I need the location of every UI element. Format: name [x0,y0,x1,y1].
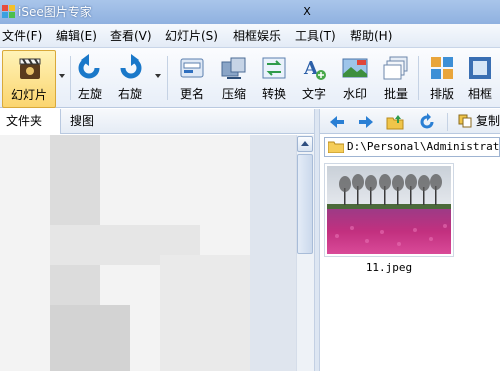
text-label: 文字 [301,87,326,101]
folder-icon [328,141,344,153]
compress-icon [221,57,246,79]
chevron-up-icon [301,141,309,146]
text-button[interactable]: A 文字 [292,50,336,106]
convert-label: 转换 [261,87,286,101]
toolbar: 幻灯片 左旋 右旋 更名 压缩 转换 A 文字 水印 批量 排版 相框 [0,48,500,108]
slideshow-dropdown[interactable] [56,50,68,106]
menu-tools[interactable]: 工具(T) [295,28,336,44]
rotate-right-label: 右旋 [117,87,142,101]
folder-tree[interactable] [0,135,296,371]
slideshow-button[interactable]: 幻灯片 [2,50,56,108]
rename-label: 更名 [179,87,204,101]
folder-up-icon[interactable] [386,113,404,131]
toolbar-separator [418,56,419,100]
text-tool-icon: A [303,58,326,80]
watermark-label: 水印 [342,87,367,101]
frame-button[interactable]: 相框 [460,50,500,106]
toolbar-separator [167,56,168,100]
convert-button[interactable]: 转换 [252,50,296,106]
rotate-right-button[interactable]: 右旋 [108,50,152,106]
rotate-right-icon [120,54,142,79]
rotate-left-label: 左旋 [77,87,102,101]
layout-label: 排版 [429,87,454,101]
navbar-separator [447,113,448,131]
layout-button[interactable]: 排版 [420,50,464,106]
panel-close-button[interactable]: X [300,5,314,19]
batch-icon [383,56,408,80]
blurred-region [50,305,130,371]
rotate-left-button[interactable]: 左旋 [68,50,112,106]
forward-arrow-icon[interactable] [357,113,375,131]
address-path: D:\Personal\Administrator\ [347,140,500,153]
menu-file[interactable]: 文件(F) [2,28,42,44]
menu-view[interactable]: 查看(V) [110,28,152,44]
film-clapper-icon [19,58,41,79]
copy-button[interactable]: 复制 [452,111,500,131]
address-bar[interactable]: D:\Personal\Administrator\ [324,137,500,157]
left-panel-tabs: 文件夹 搜图 [0,109,318,134]
thumbnail-item[interactable] [324,163,454,257]
copy-label: 复制 [476,114,500,128]
thumbnail-filename: 11.jpeg [365,261,413,274]
copy-icon [458,114,472,128]
back-arrow-icon[interactable] [328,113,346,131]
scroll-up-button[interactable] [297,136,313,152]
rotate-dropdown[interactable] [152,50,164,106]
chevron-down-icon [155,74,161,78]
tab-search[interactable]: 搜图 [64,109,100,134]
watermark-icon [342,58,368,78]
compress-button[interactable]: 压缩 [212,50,256,106]
menu-edit[interactable]: 编辑(E) [56,28,97,44]
rename-button[interactable]: 更名 [170,50,214,106]
menu-frame-fun[interactable]: 相框娱乐 [233,28,281,44]
rename-icon [180,58,204,78]
menu-slideshow[interactable]: 幻灯片(S) [165,28,218,44]
convert-icon [262,57,286,79]
window-title: iSee图片专家 [18,5,92,19]
tab-folders[interactable]: 文件夹 [0,109,61,134]
tulip-field-thumbnail [327,166,451,254]
frame-label: 相框 [467,87,492,101]
menu-help[interactable]: 帮助(H) [350,28,392,44]
layout-icon [431,57,453,79]
batch-button[interactable]: 批量 [374,50,418,106]
app-logo-icon [2,5,15,18]
chevron-down-icon [59,74,65,78]
batch-label: 批量 [383,87,408,101]
rotate-left-icon [78,54,100,79]
watermark-button[interactable]: 水印 [333,50,377,106]
slideshow-label: 幻灯片 [10,88,47,102]
photo-frame-icon [469,57,491,79]
menu-bar: 文件(F) 编辑(E) 查看(V) 幻灯片(S) 相框娱乐 工具(T) 帮助(H… [0,24,500,48]
blurred-region [250,135,296,371]
compress-label: 压缩 [221,87,246,101]
scroll-thumb[interactable] [297,154,313,254]
blurred-region [160,255,260,371]
refresh-icon[interactable] [418,113,436,131]
